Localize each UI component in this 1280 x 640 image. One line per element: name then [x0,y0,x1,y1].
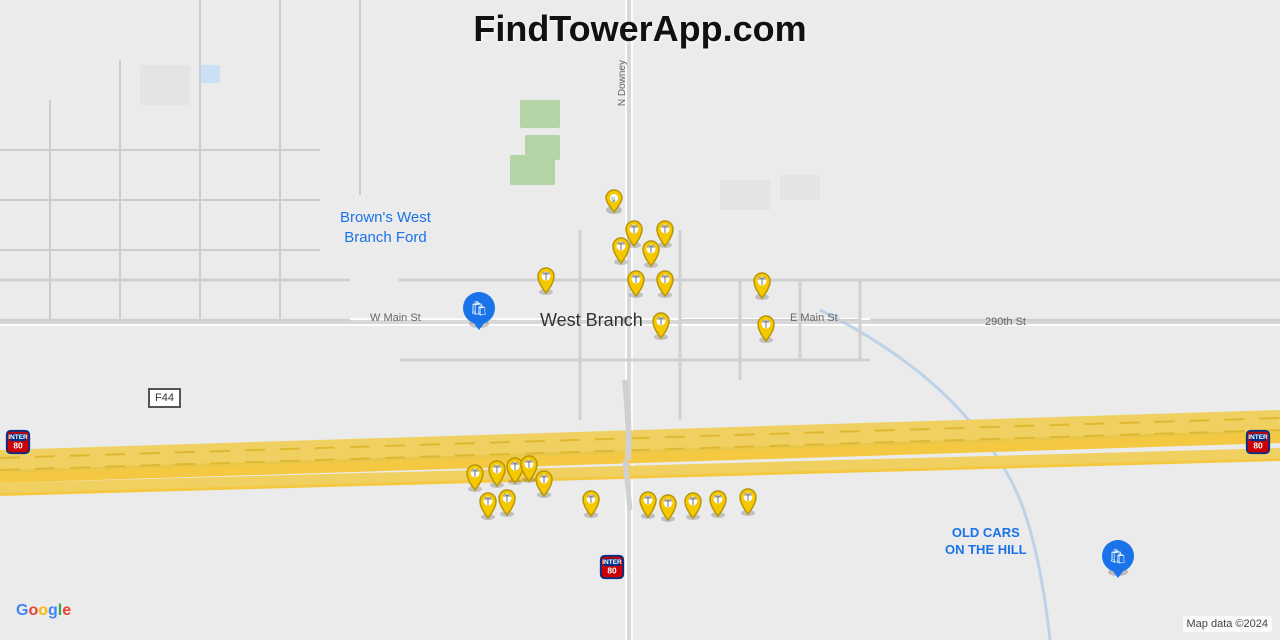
google-logo: Google [16,602,71,620]
tower-pin[interactable] [735,484,761,516]
svg-text:🛍: 🛍 [470,300,488,316]
interstate-badge-i80-center: INTER 80 [598,553,626,581]
street-label-n-downey: N Downey [617,60,628,106]
tower-pin[interactable] [753,311,779,343]
svg-text:🛍: 🛍 [1109,548,1127,564]
tower-pin[interactable] [705,486,731,518]
svg-text:80: 80 [607,566,617,576]
browns-ford-line2: Branch Ford [344,229,427,246]
map-data-attribution: Map data ©2024 [1183,616,1273,632]
svg-text:📡: 📡 [611,196,618,203]
map-container: FindTowerApp.com W Main St E Main St 290… [0,0,1280,640]
tower-pin[interactable] [531,466,557,498]
tower-pin[interactable] [638,236,664,268]
road-sign-f44: F44 [148,388,181,408]
place-label-old-cars: OLD CARS ON THE HILL [945,525,1027,559]
interstate-badge-i80-right: INTER 80 [1244,428,1272,456]
place-label-browns-ford: Brown's West Branch Ford [340,208,431,247]
tower-pin[interactable] [578,486,604,518]
tower-pin[interactable] [652,266,678,298]
tower-pin[interactable]: 📡 [600,184,628,218]
tower-pin[interactable] [749,268,775,300]
svg-text:80: 80 [13,441,23,451]
tower-pin[interactable] [533,263,559,295]
tower-pin[interactable] [608,233,634,265]
old-cars-line1: OLD CARS [952,525,1020,540]
city-label-west-branch: West Branch [540,310,643,331]
tower-pin[interactable] [655,490,681,522]
svg-text:80: 80 [1253,441,1263,451]
tower-pin[interactable] [680,488,706,520]
shop-pin-old-cars[interactable]: 🛍 [1099,534,1137,578]
tower-pin[interactable] [494,485,520,517]
old-cars-line2: ON THE HILL [945,542,1027,557]
interstate-badge-i80-left: INTER 80 [4,428,32,456]
street-label-e-main: E Main St [790,312,838,324]
tower-pin[interactable] [648,308,674,340]
street-label-290th: 290th St [985,316,1026,328]
shop-pin-browns-ford[interactable]: 🛍 [460,286,498,330]
tower-pin[interactable] [623,266,649,298]
street-label-w-main: W Main St [370,312,421,324]
page-title: FindTowerApp.com [473,8,806,50]
browns-ford-line1: Brown's West [340,209,431,226]
